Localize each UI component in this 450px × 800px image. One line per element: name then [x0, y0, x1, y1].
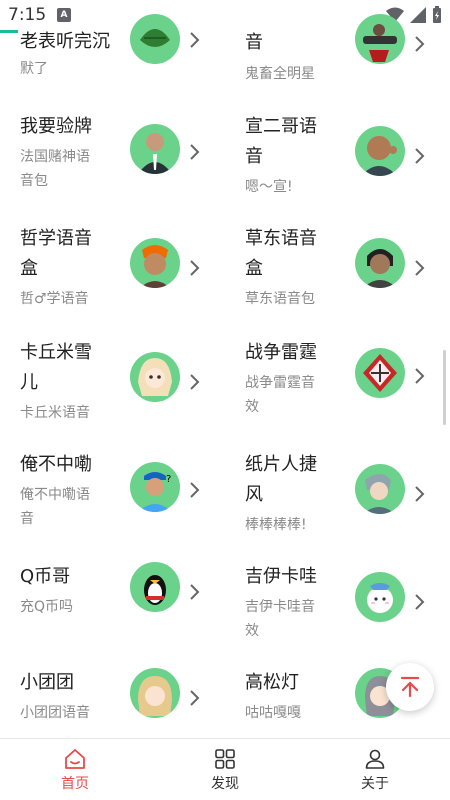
singer-avatar-icon [355, 238, 405, 288]
nav-discover[interactable]: 发现 [150, 739, 300, 800]
chevron-right-icon [190, 374, 200, 390]
item-title: 吉伊卡哇 [245, 566, 317, 587]
item-title: 草东语音盒 [245, 228, 317, 279]
confused-man-avatar-icon: ? [130, 462, 180, 512]
leaf-avatar-icon [130, 14, 180, 64]
item-subtitle: 草东语音包 [245, 291, 315, 307]
chevron-right-icon [415, 36, 425, 52]
item-title: Q币哥 [20, 566, 71, 587]
item-title: 小团团 [20, 672, 74, 693]
sound-pack-list: 老表听完沉 默了 音 鬼畜全明星 我要验牌 法国赌神语 音包 宣二哥语音 嗯～宣! [0, 0, 450, 738]
chevron-right-icon [190, 482, 200, 498]
item-subtitle: 俺不中嘞语音 [20, 487, 90, 527]
person-icon [365, 749, 385, 769]
penguin-avatar-icon [130, 562, 180, 612]
item-title: 战争雷霆 [245, 342, 317, 363]
chevron-right-icon [190, 690, 200, 706]
item-subtitle: 小团团语音 [20, 705, 90, 721]
item-subtitle: 哲♂学语音 [20, 291, 89, 307]
item-subtitle: 鬼畜全明星 [245, 66, 315, 82]
nav-discover-label: 发现 [211, 776, 239, 792]
nav-home-label: 首页 [61, 776, 89, 792]
chevron-right-icon [190, 584, 200, 600]
bottom-nav: 首页 发现 关于 [0, 738, 450, 800]
nav-home[interactable]: 首页 [0, 739, 150, 800]
item-title: 宣二哥语音 [245, 116, 317, 167]
item-subtitle: 咕咕嘎嘎 [245, 705, 301, 721]
jett-avatar-icon [355, 464, 405, 514]
back-to-top-icon [400, 676, 420, 698]
item-title-cont: 默了 [20, 61, 48, 77]
chevron-right-icon [415, 368, 425, 384]
war-thunder-avatar-icon [355, 348, 405, 398]
chiikawa-avatar-icon [355, 572, 405, 622]
gunman-avatar-icon [355, 14, 405, 64]
nav-about[interactable]: 关于 [300, 739, 450, 800]
chevron-right-icon [415, 594, 425, 610]
chevron-right-icon [415, 486, 425, 502]
item-subtitle: 棒棒棒棒! [245, 517, 307, 533]
chevron-right-icon [190, 32, 200, 48]
item-subtitle: 充Q币吗 [20, 599, 74, 615]
item-title: 我要验牌 [20, 116, 92, 137]
orange-hair-man-avatar-icon [130, 238, 180, 288]
item-subtitle: 卡丘米语音 [20, 405, 90, 421]
item-title: 哲学语音盒 [20, 228, 92, 279]
bald-man-avatar-icon [355, 126, 405, 176]
anime-girl-avatar-icon [130, 352, 180, 402]
grid-icon [215, 749, 235, 769]
home-icon [65, 749, 85, 769]
item-title: 老表听完沉 [20, 31, 110, 52]
chevron-right-icon [190, 260, 200, 276]
item-subtitle: 吉伊卡哇音效 [245, 599, 315, 639]
nav-about-label: 关于 [361, 776, 389, 792]
item-title: 音 [245, 32, 263, 53]
chevron-right-icon [415, 148, 425, 164]
item-subtitle: 战争雷霆音效 [245, 375, 315, 415]
item-subtitle: 法国赌神语 音包 [20, 149, 90, 189]
svg-text:?: ? [166, 474, 171, 485]
back-to-top-button[interactable] [386, 663, 434, 711]
chevron-right-icon [190, 144, 200, 160]
item-title: 卡丘米雪儿 [20, 342, 92, 393]
scrollbar-thumb[interactable] [443, 350, 446, 425]
blonde-girl-avatar-icon [130, 668, 180, 718]
item-title: 俺不中嘞 [20, 454, 92, 475]
suited-man-avatar-icon [130, 124, 180, 174]
item-title: 纸片人捷风 [245, 454, 317, 505]
chevron-right-icon [415, 260, 425, 276]
item-subtitle: 嗯～宣! [245, 179, 293, 195]
item-title: 高松灯 [245, 672, 299, 693]
